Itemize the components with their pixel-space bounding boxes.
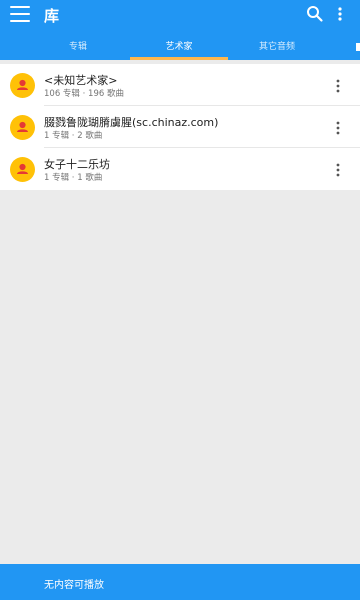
player-status: 无内容可播放 [44, 580, 104, 591]
more-vert-icon[interactable] [335, 5, 345, 23]
artist-list: <未知艺术家> 106 专辑 · 196 歌曲 腏戮鲁陇瑚膌虜腥(sc.chin… [0, 64, 360, 190]
artist-avatar-icon [10, 115, 35, 140]
artist-name: 腏戮鲁陇瑚膌虜腥(sc.chinaz.com) [44, 116, 219, 129]
artist-name: <未知艺术家> [44, 74, 118, 87]
tab-albums[interactable]: 专辑 [26, 34, 130, 60]
player-bar[interactable]: 无内容可播放 [0, 564, 360, 600]
artist-avatar-icon [10, 73, 35, 98]
artist-details: 106 专辑 · 196 歌曲 [44, 89, 124, 99]
search-icon[interactable] [306, 5, 324, 23]
more-vert-icon[interactable] [334, 162, 342, 178]
artist-details: 1 专辑 · 1 歌曲 [44, 173, 103, 183]
list-item[interactable]: 腏戮鲁陇瑚膌虜腥(sc.chinaz.com) 1 专辑 · 2 歌曲 [0, 106, 360, 148]
tab-indicator [130, 57, 228, 60]
artist-avatar-icon [10, 157, 35, 182]
page-title: 库 [44, 7, 60, 25]
list-item[interactable]: 女子十二乐坊 1 专辑 · 1 歌曲 [0, 148, 360, 190]
list-item[interactable]: <未知艺术家> 106 专辑 · 196 歌曲 [0, 64, 360, 106]
menu-icon[interactable] [10, 6, 30, 22]
tab-other-audio[interactable]: 其它音频 [228, 34, 326, 60]
artist-details: 1 专辑 · 2 歌曲 [44, 131, 103, 141]
tab-overflow-indicator [356, 43, 360, 51]
more-vert-icon[interactable] [334, 78, 342, 94]
more-vert-icon[interactable] [334, 120, 342, 136]
artist-name: 女子十二乐坊 [44, 158, 110, 171]
